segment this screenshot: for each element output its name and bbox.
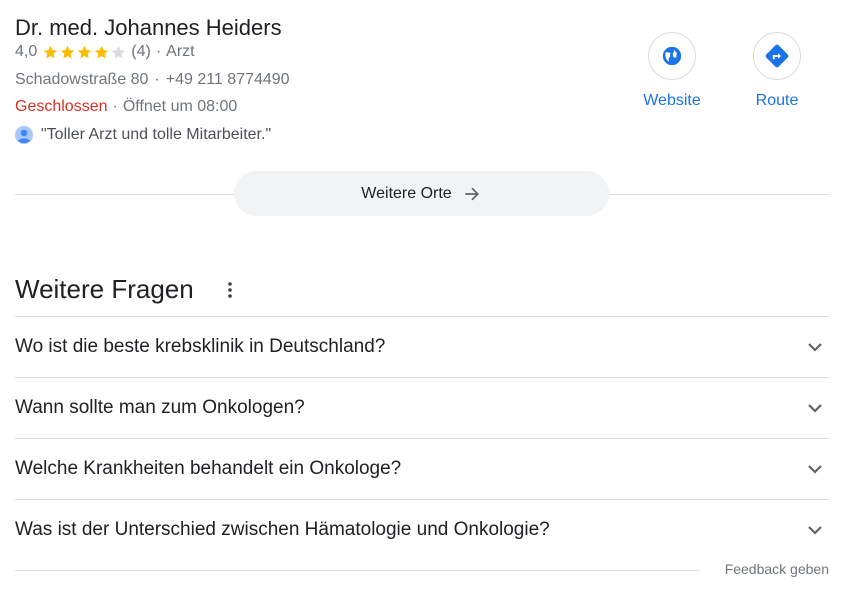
address: Schadowstraße 80 (15, 71, 149, 88)
category: Arzt (166, 43, 195, 60)
rating-row: 4,0 (4) · Arzt (15, 43, 195, 61)
more-places-label: Weitere Orte (361, 184, 452, 202)
more-places-button[interactable]: Weitere Orte (234, 171, 609, 216)
website-circle (648, 32, 696, 80)
opening-time: Öffnet um 08:00 (122, 98, 238, 115)
question-text: Wann sollte man zum Onkologen? (15, 397, 305, 418)
bottom-divider (15, 570, 700, 571)
route-button[interactable]: Route (727, 32, 827, 110)
review-snippet-row[interactable]: "Toller Arzt und tolle Mitarbeiter." (15, 126, 271, 144)
questions-list: Wo ist die beste krebsklinik in Deutschl… (15, 316, 829, 560)
question-item[interactable]: Was ist der Unterschied zwischen Hämatol… (15, 499, 829, 560)
star-icon (112, 45, 126, 58)
question-text: Wo ist die beste krebsklinik in Deutschl… (15, 336, 386, 357)
questions-title: Weitere Fragen (15, 274, 194, 304)
rating-value: 4,0 (15, 43, 38, 60)
phone-number[interactable]: +49 211 8774490 (166, 71, 290, 89)
star-icon (78, 45, 92, 58)
chevron-down-icon (808, 404, 822, 413)
hours-row[interactable]: Geschlossen · Öffnet um 08:00 (15, 98, 237, 116)
website-label: Website (643, 92, 701, 109)
rating-stars (42, 44, 127, 61)
review-count[interactable]: (4) (131, 43, 151, 61)
separator: · (154, 71, 160, 88)
route-circle (753, 32, 801, 80)
separator: · (155, 43, 162, 60)
question-text: Was ist der Unterschied zwischen Hämatol… (15, 519, 550, 540)
chevron-down-icon (808, 343, 822, 352)
chevron-down-icon (808, 465, 822, 474)
address-row: Schadowstraße 80 · +49 211 8774490 (15, 71, 290, 89)
star-icon (61, 45, 75, 58)
status-closed: Geschlossen (15, 98, 108, 115)
star-icon (95, 45, 109, 58)
question-item[interactable]: Wo ist die beste krebsklinik in Deutschl… (15, 316, 829, 377)
chevron-down-icon (808, 526, 822, 535)
globe-icon (662, 46, 682, 66)
route-label: Route (755, 92, 799, 109)
more-options-icon[interactable] (222, 280, 238, 300)
arrow-right-icon (465, 187, 479, 200)
user-avatar-icon (15, 126, 33, 144)
question-item[interactable]: Welche Krankheiten behandelt ein Onkolog… (15, 438, 829, 499)
question-item[interactable]: Wann sollte man zum Onkologen? (15, 377, 829, 438)
website-button[interactable]: Website (622, 32, 722, 110)
separator: · (112, 98, 118, 115)
business-name[interactable]: Dr. med. Johannes Heiders (15, 15, 282, 41)
feedback-link[interactable]: Feedback geben (725, 561, 829, 577)
question-text: Welche Krankheiten behandelt ein Onkolog… (15, 458, 402, 479)
directions-icon (765, 44, 789, 68)
star-icon (44, 45, 58, 58)
review-snippet: "Toller Arzt und tolle Mitarbeiter." (41, 126, 272, 143)
